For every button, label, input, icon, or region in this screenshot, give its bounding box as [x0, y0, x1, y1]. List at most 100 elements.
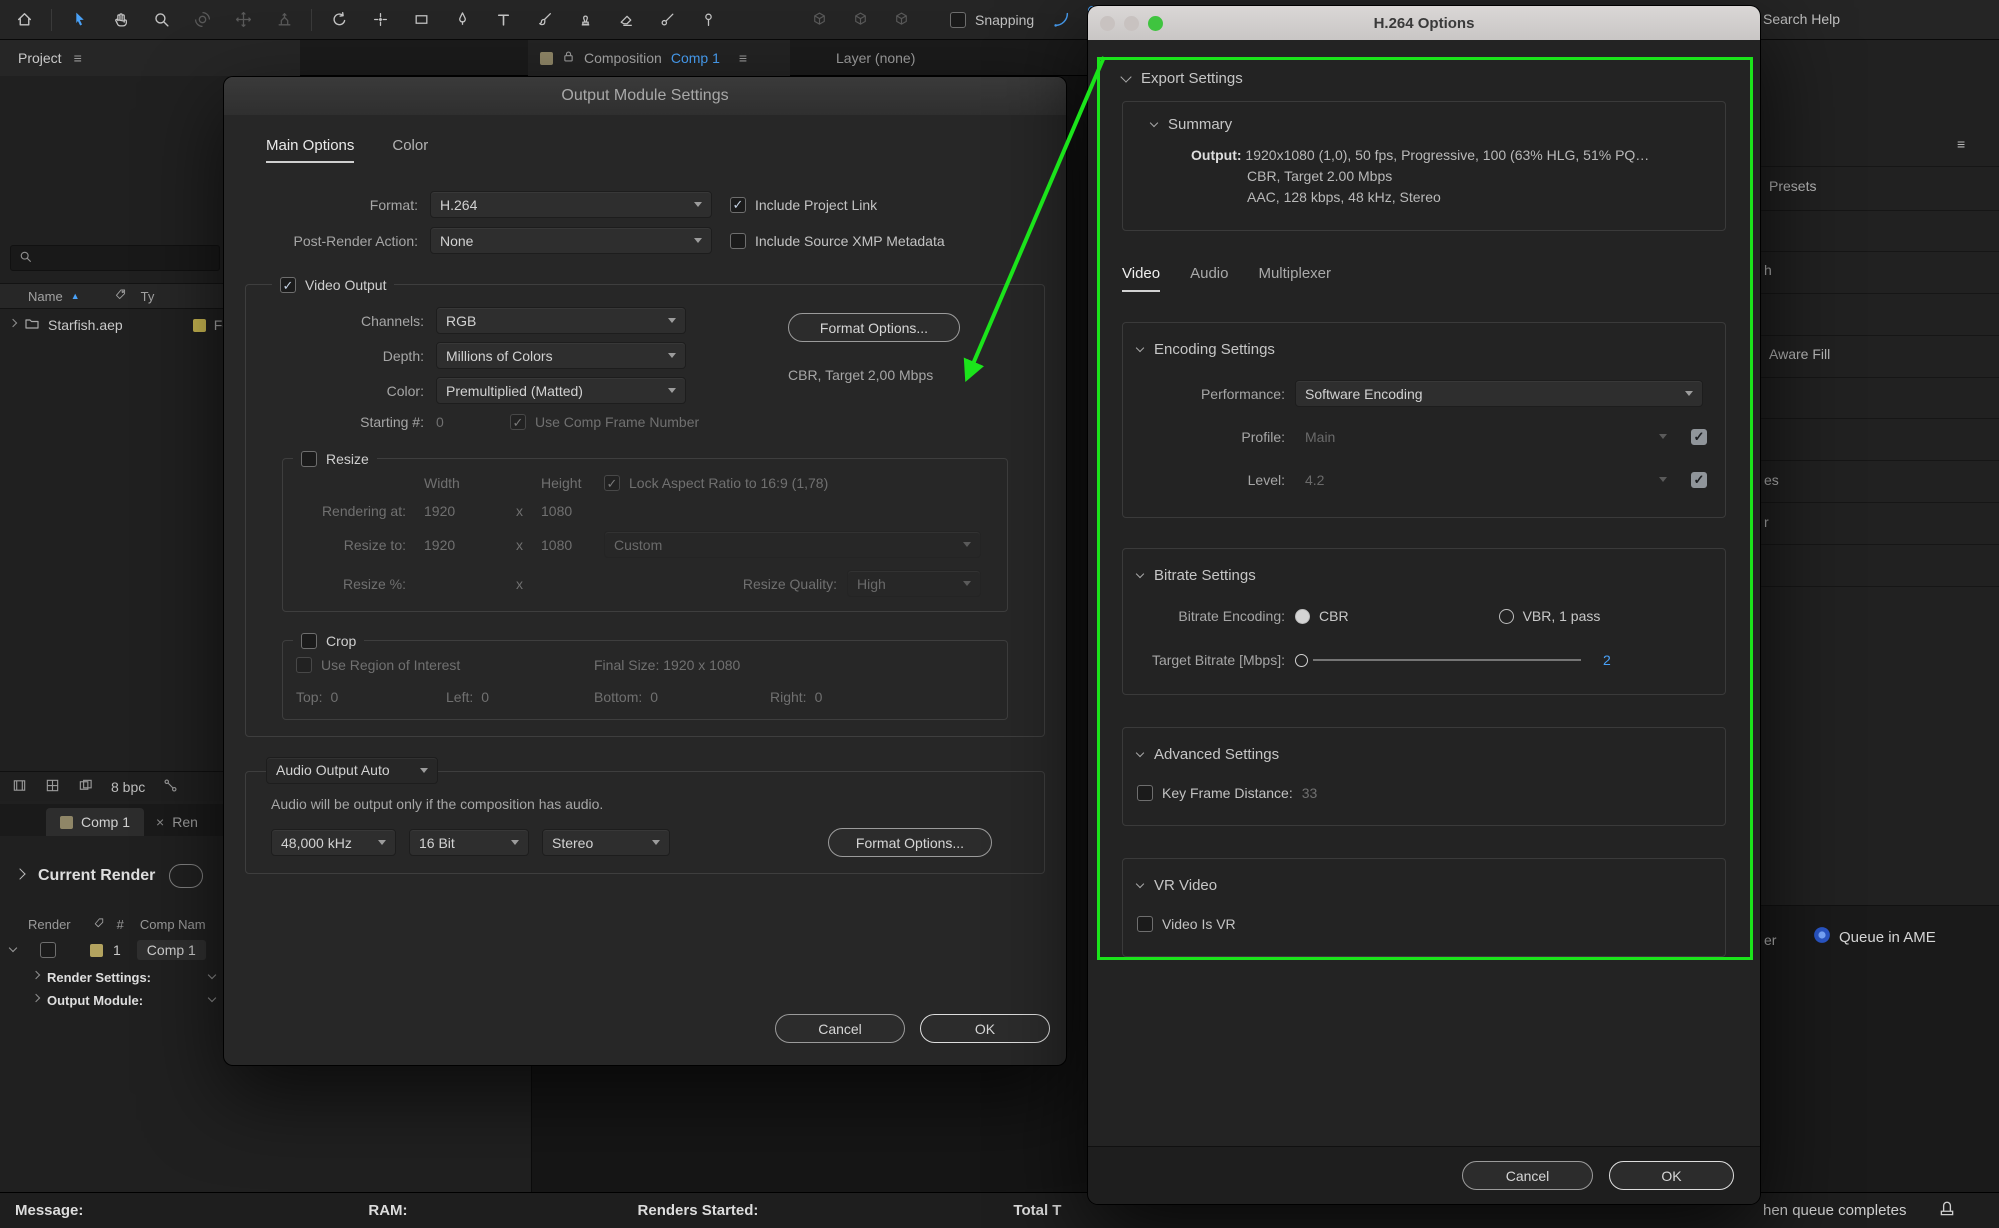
vr-video-header[interactable]: VR Video [1135, 877, 1725, 894]
pen-tool-icon[interactable] [448, 6, 476, 34]
composition-panel-tab[interactable]: Composition Comp 1 ≡ [528, 40, 790, 76]
chevron-down-icon[interactable] [207, 970, 217, 980]
video-format-options-button[interactable]: Format Options... [788, 313, 960, 342]
crop-bottom-value[interactable]: 0 [650, 689, 658, 705]
color-depth-button[interactable]: 8 bpc [111, 779, 145, 795]
dialog-title-bar[interactable]: Output Module Settings [224, 77, 1066, 115]
resize-quality-dropdown[interactable]: High [847, 570, 981, 597]
clone-stamp-tool-icon[interactable] [571, 6, 599, 34]
interpret-footage-icon[interactable] [12, 778, 27, 796]
ok-button[interactable]: OK [920, 1014, 1050, 1043]
collapse-icon[interactable] [1135, 748, 1145, 757]
audio-format-options-button[interactable]: Format Options... [828, 828, 992, 857]
format-dropdown[interactable]: H.264 [430, 191, 712, 218]
tab-color[interactable]: Color [392, 137, 428, 163]
profile-auto-checkbox[interactable] [1691, 428, 1707, 445]
collapse-icon[interactable] [1135, 879, 1145, 888]
local-axis-mode-icon[interactable] [805, 6, 833, 34]
close-icon[interactable]: × [156, 814, 164, 830]
resize-checkbox[interactable] [301, 451, 317, 467]
bitrate-slider-track[interactable] [1313, 659, 1581, 661]
tab-comp-1[interactable]: Comp 1 [46, 808, 145, 836]
video-output-checkbox[interactable] [280, 277, 296, 293]
notify-queue-icon[interactable] [1938, 1200, 1956, 1222]
performance-dropdown[interactable]: Software Encoding [1295, 380, 1703, 407]
crop-right-value[interactable]: 0 [815, 689, 823, 705]
new-composition-icon[interactable] [78, 778, 93, 796]
puppet-pin-tool-icon[interactable] [694, 6, 722, 34]
tab-main-options[interactable]: Main Options [266, 137, 355, 163]
lock-aspect-checkbox[interactable] [604, 475, 620, 491]
disclosure-icon[interactable] [14, 868, 26, 880]
comp-name-column-header[interactable]: Comp Nam [140, 917, 206, 932]
post-render-dropdown[interactable]: None [430, 227, 712, 254]
expand-icon[interactable] [8, 943, 18, 953]
include-xmp-checkbox[interactable] [730, 232, 746, 249]
vbr-radio[interactable] [1498, 608, 1514, 624]
zoom-tool-icon[interactable] [147, 6, 175, 34]
project-search-input[interactable] [10, 245, 220, 271]
snap-along-edges-icon[interactable] [1047, 6, 1075, 34]
render-button-fragment[interactable]: er [1764, 932, 1776, 948]
crop-checkbox[interactable] [301, 633, 317, 649]
panel-menu-icon[interactable]: ≡ [74, 50, 82, 66]
eraser-tool-icon[interactable] [612, 6, 640, 34]
composition-name[interactable]: Comp 1 [671, 50, 720, 66]
ok-button[interactable]: OK [1609, 1161, 1734, 1190]
presets-panel-fragment[interactable]: Presets [1769, 178, 1816, 194]
disclosure-icon[interactable] [8, 318, 18, 328]
target-bitrate-value[interactable]: 2 [1603, 652, 1611, 668]
advanced-settings-header[interactable]: Advanced Settings [1135, 746, 1725, 763]
chevron-down-icon[interactable] [207, 993, 217, 1003]
collapse-icon[interactable] [1135, 569, 1145, 578]
dialog-title-bar[interactable]: H.264 Options [1088, 6, 1760, 40]
tab-audio[interactable]: Audio [1190, 265, 1228, 292]
pan-behind-anchor-tool-icon[interactable] [366, 6, 394, 34]
project-item-name[interactable]: Starfish.aep [48, 317, 123, 333]
encoding-settings-header[interactable]: Encoding Settings [1135, 341, 1725, 358]
number-column-header[interactable]: # [117, 917, 124, 932]
export-settings-header[interactable]: Export Settings [1120, 70, 1726, 87]
orbit-camera-tool-icon[interactable] [188, 6, 216, 34]
crop-top-value[interactable]: 0 [330, 689, 338, 705]
tab-render-queue[interactable]: × Ren [144, 808, 210, 836]
summary-header[interactable]: Summary [1149, 116, 1725, 133]
disclosure-icon[interactable] [31, 970, 41, 980]
cbr-radio[interactable] [1295, 608, 1310, 624]
panel-menu-icon[interactable]: ≡ [739, 50, 747, 66]
render-column-header[interactable]: Render [0, 917, 71, 932]
bit-depth-dropdown[interactable]: 16 Bit [409, 829, 529, 856]
rectangle-tool-icon[interactable] [407, 6, 435, 34]
type-tool-icon[interactable] [489, 6, 517, 34]
profile-dropdown[interactable]: Main [1295, 423, 1677, 450]
label-column-icon[interactable] [93, 917, 105, 932]
name-column-header[interactable]: Name [0, 289, 63, 304]
render-flowchart-icon[interactable] [163, 778, 178, 796]
audio-channels-dropdown[interactable]: Stereo [542, 829, 670, 856]
key-frame-checkbox[interactable] [1137, 785, 1153, 801]
render-item-checkbox[interactable] [40, 942, 56, 958]
brush-tool-icon[interactable] [530, 6, 558, 34]
cancel-button[interactable]: Cancel [1462, 1161, 1593, 1190]
project-panel-tab[interactable]: Project ≡ [0, 40, 300, 76]
collapse-icon[interactable] [1135, 343, 1145, 352]
sample-rate-dropdown[interactable]: 48,000 kHz [271, 829, 396, 856]
when-queue-completes-label[interactable]: hen queue completes [1763, 1202, 1906, 1219]
bitrate-slider-knob[interactable] [1295, 653, 1308, 667]
use-comp-frame-checkbox[interactable] [510, 414, 526, 430]
world-axis-mode-icon[interactable] [846, 6, 874, 34]
tab-multiplexer[interactable]: Multiplexer [1258, 265, 1331, 292]
sort-ascending-icon[interactable]: ▲ [71, 291, 80, 301]
search-help-label[interactable]: Search Help [1763, 11, 1840, 27]
label-color-swatch[interactable] [192, 318, 206, 332]
label-column-icon[interactable] [114, 288, 127, 304]
video-is-vr-checkbox[interactable] [1137, 916, 1153, 932]
selection-tool-icon[interactable] [65, 6, 93, 34]
transparency-grid-icon[interactable] [45, 778, 60, 796]
collapse-icon[interactable] [1149, 118, 1159, 127]
color-dropdown[interactable]: Premultiplied (Matted) [436, 377, 686, 404]
channels-dropdown[interactable]: RGB [436, 307, 686, 334]
bitrate-settings-header[interactable]: Bitrate Settings [1135, 567, 1725, 584]
resize-preset-dropdown[interactable]: Custom [604, 531, 981, 558]
tab-video[interactable]: Video [1122, 265, 1161, 292]
